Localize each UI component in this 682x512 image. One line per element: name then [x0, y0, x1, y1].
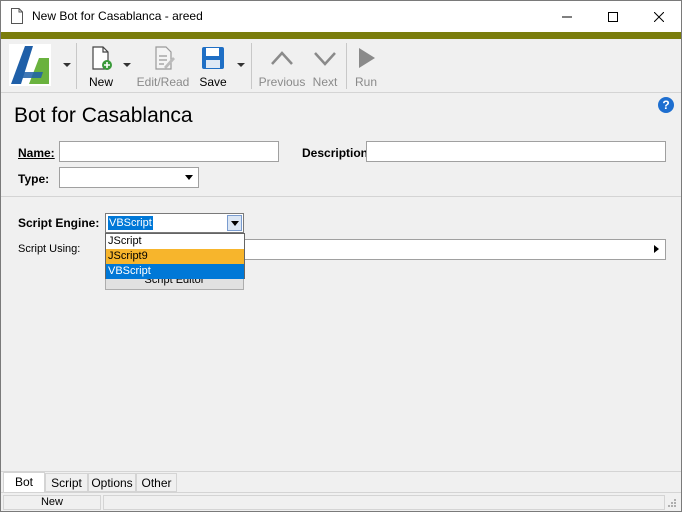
tab-bar: Bot Script Options Other: [1, 471, 681, 493]
type-label: Type:: [18, 172, 50, 186]
chevron-right-icon: [654, 245, 659, 253]
status-mode: New: [3, 495, 101, 510]
save-icon: [202, 47, 224, 69]
tab-other[interactable]: Other: [136, 473, 177, 492]
edit-read-icon: [155, 46, 175, 70]
play-icon: [359, 48, 375, 68]
script-engine-dropdown-button[interactable]: [227, 215, 242, 231]
app-window: New Bot for Casablanca - areed New Edit/…: [0, 0, 682, 512]
type-combo[interactable]: [59, 167, 199, 188]
script-engine-value: VBScript: [108, 216, 153, 230]
window-title: New Bot for Casablanca - areed: [32, 9, 203, 23]
minimize-button[interactable]: [544, 1, 590, 32]
description-label: Description:: [302, 146, 373, 160]
status-bar: New: [1, 492, 681, 511]
chevron-down-icon: [314, 52, 336, 66]
name-label: Name:: [18, 146, 55, 160]
save-label: Save: [199, 75, 227, 89]
close-icon: [654, 11, 664, 22]
maximize-button[interactable]: [590, 1, 636, 32]
dropdown-option-jscript[interactable]: JScript: [106, 234, 244, 249]
tab-options[interactable]: Options: [88, 473, 136, 492]
new-label: New: [88, 75, 113, 89]
chevron-down-icon: [185, 175, 193, 180]
name-field[interactable]: [59, 141, 279, 162]
edit-read-button[interactable]: Edit/Read: [135, 45, 191, 89]
script-using-label: Script Using:: [18, 243, 81, 255]
maximize-icon: [608, 11, 618, 22]
status-message: [103, 495, 665, 510]
previous-button[interactable]: Previous: [258, 45, 306, 89]
run-label: Run: [354, 75, 377, 89]
section-divider: [1, 196, 681, 197]
chevron-down-icon: [231, 221, 239, 226]
title-bar: New Bot for Casablanca - areed: [1, 1, 681, 32]
app-logo-icon[interactable]: [9, 44, 51, 86]
run-button[interactable]: Run: [351, 45, 381, 89]
chevron-up-icon: [271, 51, 293, 65]
description-field[interactable]: [366, 141, 666, 162]
close-button[interactable]: [636, 1, 682, 32]
toolbar-separator: [251, 43, 252, 89]
page-title: Bot for Casablanca: [14, 104, 193, 127]
script-engine-label: Script Engine:: [18, 216, 100, 230]
previous-label: Previous: [258, 75, 306, 89]
save-button[interactable]: Save: [196, 45, 230, 89]
new-document-icon: [92, 46, 112, 70]
document-icon: [11, 8, 23, 24]
toolbar-separator: [346, 43, 347, 89]
edit-read-label: Edit/Read: [136, 75, 190, 89]
new-button[interactable]: New: [83, 45, 119, 89]
tab-bot[interactable]: Bot: [3, 472, 45, 493]
toolbar-separator: [76, 43, 77, 89]
accent-strip: [1, 32, 681, 39]
dropdown-option-vbscript[interactable]: VBScript: [106, 264, 244, 279]
save-menu-chevron-icon[interactable]: [236, 61, 246, 69]
tab-script[interactable]: Script: [45, 473, 88, 492]
script-engine-dropdown-list: JScript JScript9 VBScript: [105, 233, 245, 279]
minimize-icon: [562, 16, 572, 17]
next-button[interactable]: Next: [309, 45, 341, 89]
form-area: ? Bot for Casablanca Name: Description: …: [1, 93, 681, 471]
logo-menu-chevron-icon[interactable]: [62, 61, 72, 69]
toolbar: New Edit/Read Save Previous Next Run: [1, 39, 681, 93]
help-icon[interactable]: ?: [658, 97, 674, 113]
script-engine-combo[interactable]: VBScript: [105, 213, 244, 233]
new-menu-chevron-icon[interactable]: [122, 61, 132, 69]
resize-grip-icon[interactable]: [667, 498, 677, 508]
dropdown-option-jscript9[interactable]: JScript9: [106, 249, 244, 264]
next-label: Next: [312, 75, 338, 89]
